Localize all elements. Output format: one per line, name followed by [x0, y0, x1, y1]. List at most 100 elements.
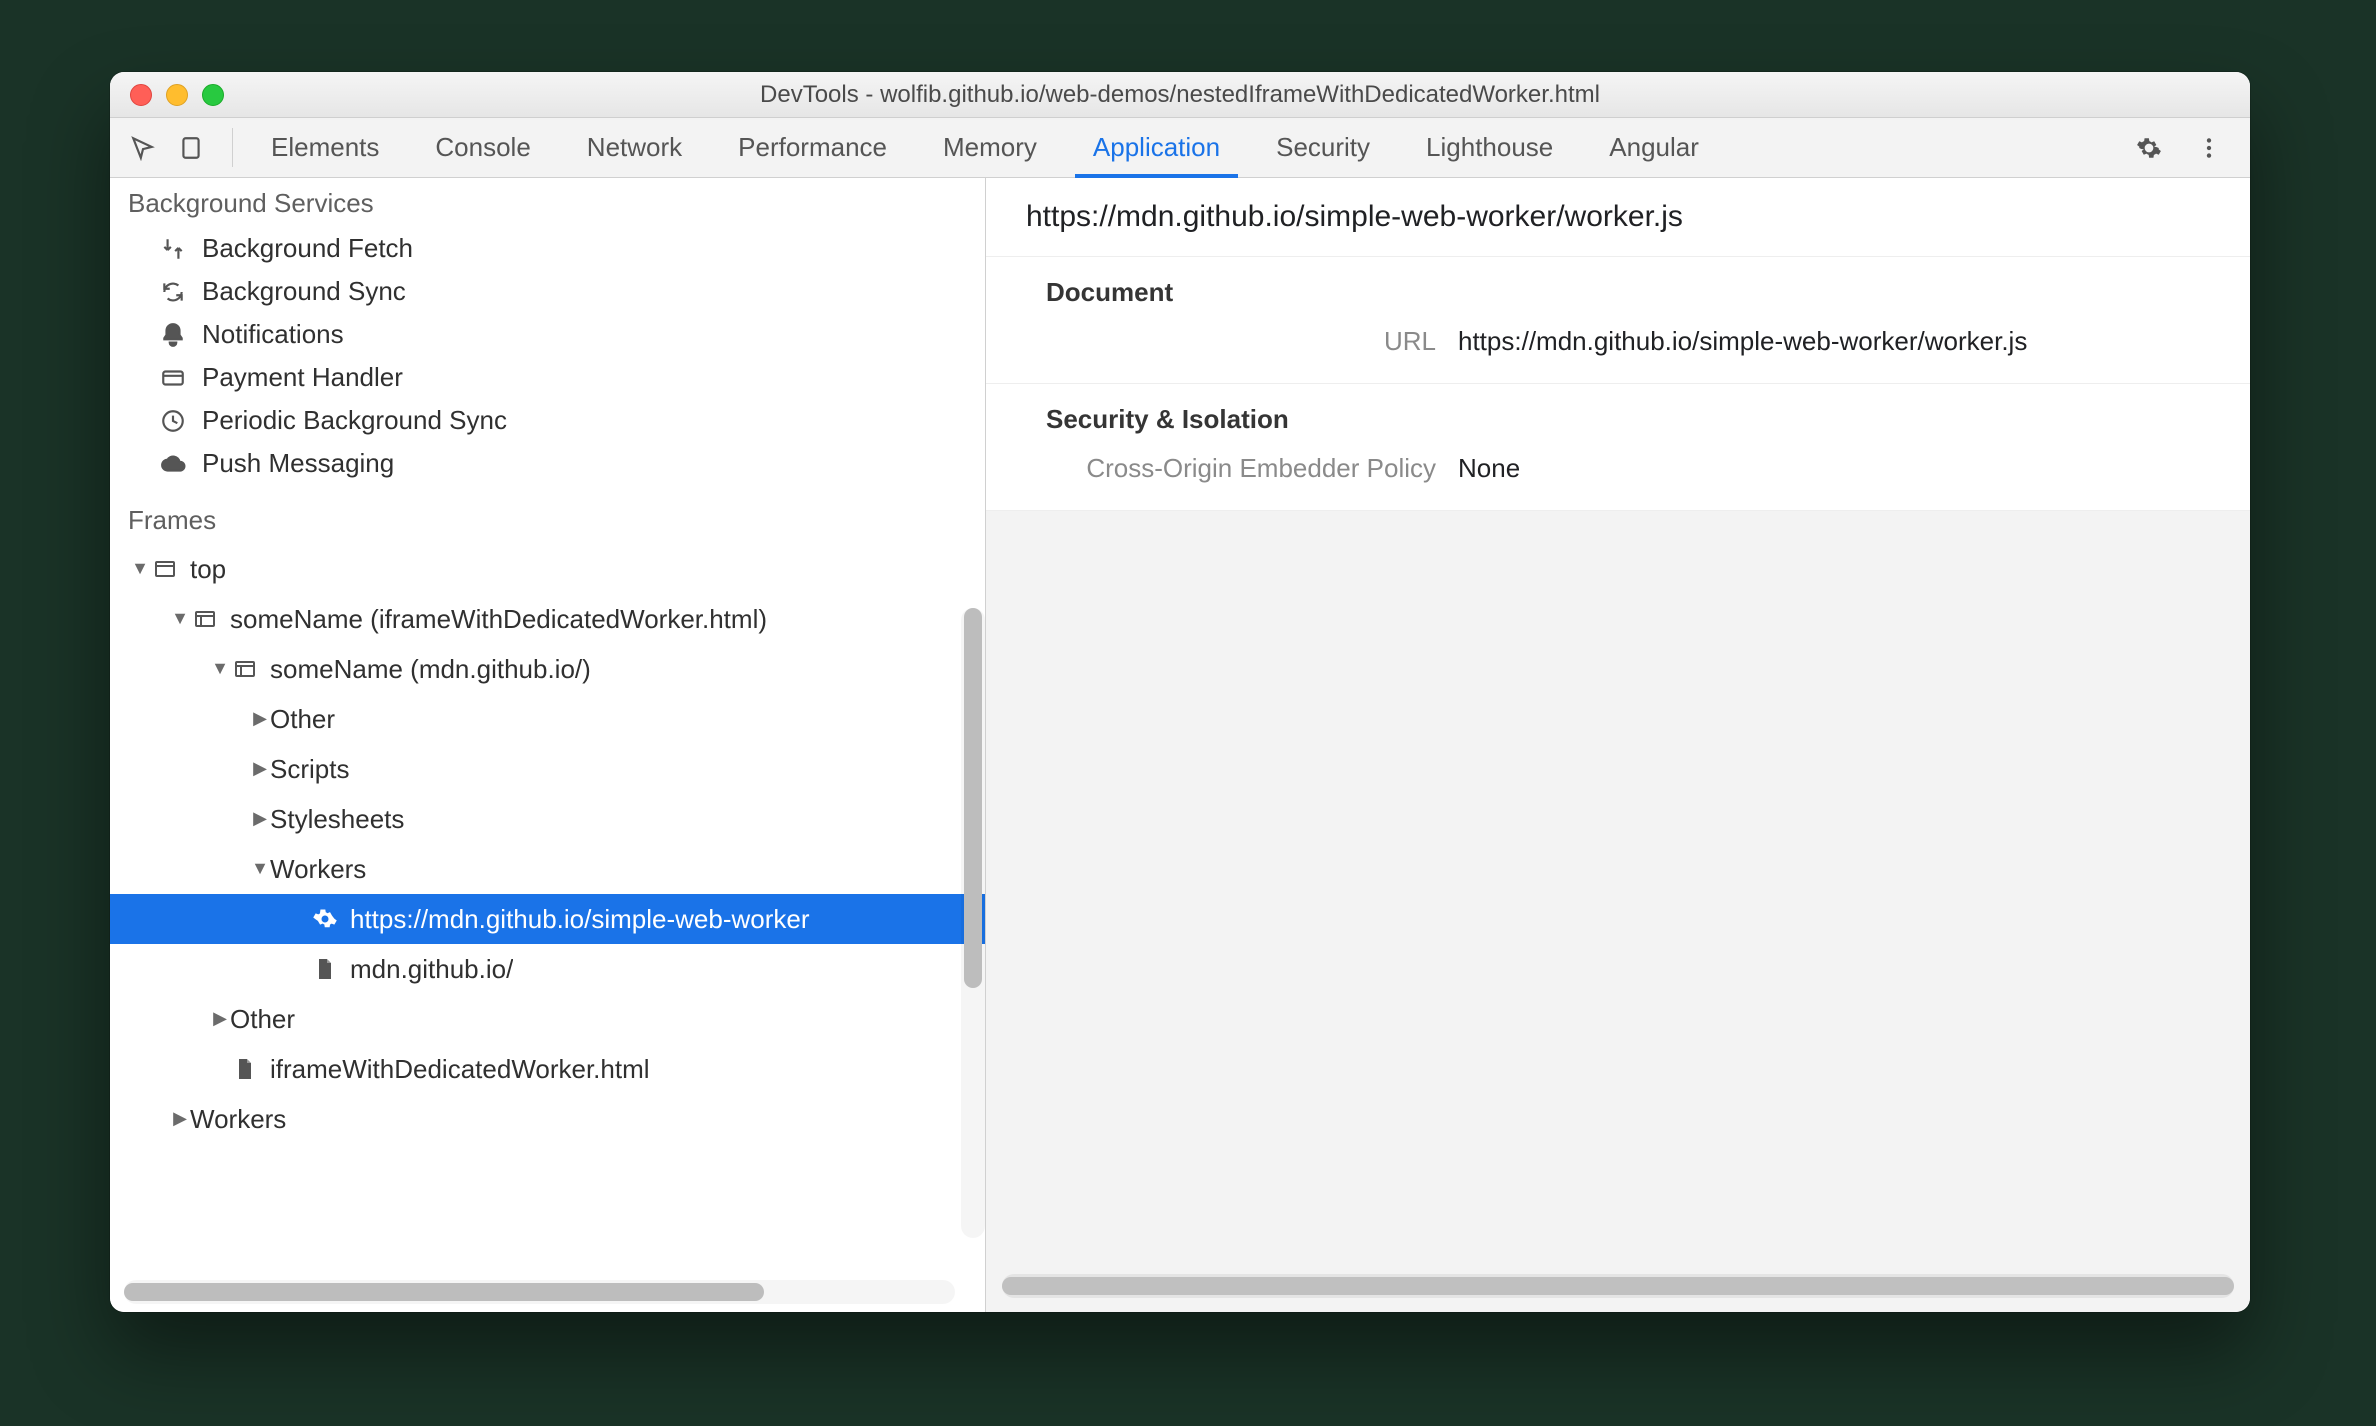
panel-tabs: ElementsConsoleNetworkPerformanceMemoryA…	[243, 118, 1727, 177]
bg-service-item[interactable]: Notifications	[110, 313, 985, 356]
tree-disclosure-arrow[interactable]	[250, 708, 270, 729]
tab-memory[interactable]: Memory	[915, 118, 1065, 177]
tree-row-label: mdn.github.io/	[350, 954, 513, 985]
tree-row[interactable]: someName (iframeWithDedicatedWorker.html…	[110, 594, 985, 644]
tree-disclosure-arrow[interactable]	[250, 758, 270, 779]
tab-application[interactable]: Application	[1065, 118, 1248, 177]
frame-icon	[190, 607, 220, 631]
bg-service-item[interactable]: Payment Handler	[110, 356, 985, 399]
tree-row-label: iframeWithDedicatedWorker.html	[270, 1054, 650, 1085]
fetch-icon	[158, 234, 188, 264]
tree-row[interactable]: someName (mdn.github.io/)	[110, 644, 985, 694]
detail-section-title: Security & Isolation	[1046, 404, 2210, 435]
tabbar-divider	[232, 128, 233, 167]
sidebar-horizontal-scrollbar[interactable]	[124, 1280, 955, 1304]
tree-row-label: Workers	[270, 854, 366, 885]
sync-icon	[158, 277, 188, 307]
tab-angular[interactable]: Angular	[1581, 118, 1727, 177]
close-window-button[interactable]	[130, 84, 152, 106]
bg-service-item[interactable]: Background Fetch	[110, 227, 985, 270]
settings-icon[interactable]	[2134, 133, 2164, 163]
bg-services-list: Background Fetch Background Sync Notificat…	[110, 227, 985, 501]
detail-value: None	[1458, 453, 1520, 484]
tree-row-label: https://mdn.github.io/simple-web-worker	[350, 904, 810, 935]
tree-row-label: Workers	[190, 1104, 286, 1135]
tree-row[interactable]: mdn.github.io/	[110, 944, 985, 994]
detail-section-title: Document	[1046, 277, 2210, 308]
tree-row[interactable]: Stylesheets	[110, 794, 985, 844]
device-toolbar-icon[interactable]	[176, 133, 206, 163]
tree-row-label: someName (mdn.github.io/)	[270, 654, 591, 685]
main-panel-title: https://mdn.github.io/simple-web-worker/…	[986, 178, 2250, 257]
tree-disclosure-arrow[interactable]	[250, 858, 270, 879]
tree-row[interactable]: top	[110, 544, 985, 594]
sidebar-vertical-scrollbar[interactable]	[961, 608, 985, 1238]
detail-row: Cross-Origin Embedder Policy None	[1046, 453, 2210, 484]
file-icon	[310, 957, 340, 981]
bg-service-label: Payment Handler	[202, 362, 403, 393]
bell-icon	[158, 320, 188, 350]
detail-value: https://mdn.github.io/simple-web-worker/…	[1458, 326, 2027, 357]
bg-service-label: Push Messaging	[202, 448, 394, 479]
tree-row[interactable]: https://mdn.github.io/simple-web-worker	[110, 894, 985, 944]
application-main-panel: https://mdn.github.io/simple-web-worker/…	[986, 178, 2250, 1312]
frames-tree: topsomeName (iframeWithDedicatedWorker.h…	[110, 544, 985, 1144]
detail-row: URL https://mdn.github.io/simple-web-work…	[1046, 326, 2210, 357]
tab-elements[interactable]: Elements	[243, 118, 407, 177]
tab-network[interactable]: Network	[559, 118, 710, 177]
tree-disclosure-arrow[interactable]	[210, 658, 230, 679]
tree-disclosure-arrow[interactable]	[210, 1008, 230, 1029]
detail-section: Document URL https://mdn.github.io/simple-…	[986, 257, 2250, 384]
bg-service-label: Periodic Background Sync	[202, 405, 507, 436]
bg-services-title: Background Services	[110, 178, 985, 227]
window-title: DevTools - wolfib.github.io/web-demos/ne…	[760, 81, 1600, 109]
bg-service-item[interactable]: Periodic Background Sync	[110, 399, 985, 442]
frames-title: Frames	[110, 501, 985, 544]
tab-performance[interactable]: Performance	[710, 118, 915, 177]
tree-disclosure-arrow[interactable]	[170, 1108, 190, 1129]
window-icon	[150, 557, 180, 581]
tree-row[interactable]: Other	[110, 694, 985, 744]
tab-lighthouse[interactable]: Lighthouse	[1398, 118, 1581, 177]
card-icon	[158, 363, 188, 393]
tree-row-label: someName (iframeWithDedicatedWorker.html…	[230, 604, 767, 635]
frame-icon	[230, 657, 260, 681]
tree-row[interactable]: Workers	[110, 1094, 985, 1144]
tree-row[interactable]: Scripts	[110, 744, 985, 794]
bg-service-label: Background Fetch	[202, 233, 413, 264]
bg-service-item[interactable]: Background Sync	[110, 270, 985, 313]
detail-section: Security & Isolation Cross-Origin Embedde…	[986, 384, 2250, 511]
bg-service-label: Notifications	[202, 319, 344, 350]
tree-row-label: Other	[270, 704, 335, 735]
tree-row-label: Other	[230, 1004, 295, 1035]
tree-row-label: Scripts	[270, 754, 349, 785]
window-controls	[130, 84, 224, 106]
tree-row[interactable]: Other	[110, 994, 985, 1044]
clock-icon	[158, 406, 188, 436]
tree-row-label: Stylesheets	[270, 804, 404, 835]
tree-row-label: top	[190, 554, 226, 585]
detail-key: Cross-Origin Embedder Policy	[1046, 453, 1436, 484]
tree-disclosure-arrow[interactable]	[170, 608, 190, 629]
tree-disclosure-arrow[interactable]	[130, 558, 150, 579]
inspect-icon[interactable]	[128, 133, 158, 163]
devtools-tabbar: ElementsConsoleNetworkPerformanceMemoryA…	[110, 118, 2250, 178]
devtools-body: Background Services Background FetchBack…	[110, 178, 2250, 1312]
file-icon	[230, 1057, 260, 1081]
application-sidebar: Background Services Background FetchBack…	[110, 178, 986, 1312]
detail-key: URL	[1046, 326, 1436, 357]
tree-row[interactable]: iframeWithDedicatedWorker.html	[110, 1044, 985, 1094]
cloud-icon	[158, 449, 188, 479]
bg-service-item[interactable]: Push Messaging	[110, 442, 985, 485]
tab-console[interactable]: Console	[407, 118, 558, 177]
tree-disclosure-arrow[interactable]	[250, 808, 270, 829]
main-horizontal-scrollbar[interactable]	[1002, 1274, 2234, 1298]
minimize-window-button[interactable]	[166, 84, 188, 106]
window-titlebar: DevTools - wolfib.github.io/web-demos/ne…	[110, 72, 2250, 118]
tree-row[interactable]: Workers	[110, 844, 985, 894]
bg-service-label: Background Sync	[202, 276, 406, 307]
devtools-window: DevTools - wolfib.github.io/web-demos/ne…	[110, 72, 2250, 1312]
zoom-window-button[interactable]	[202, 84, 224, 106]
tab-security[interactable]: Security	[1248, 118, 1398, 177]
more-icon[interactable]	[2194, 133, 2224, 163]
